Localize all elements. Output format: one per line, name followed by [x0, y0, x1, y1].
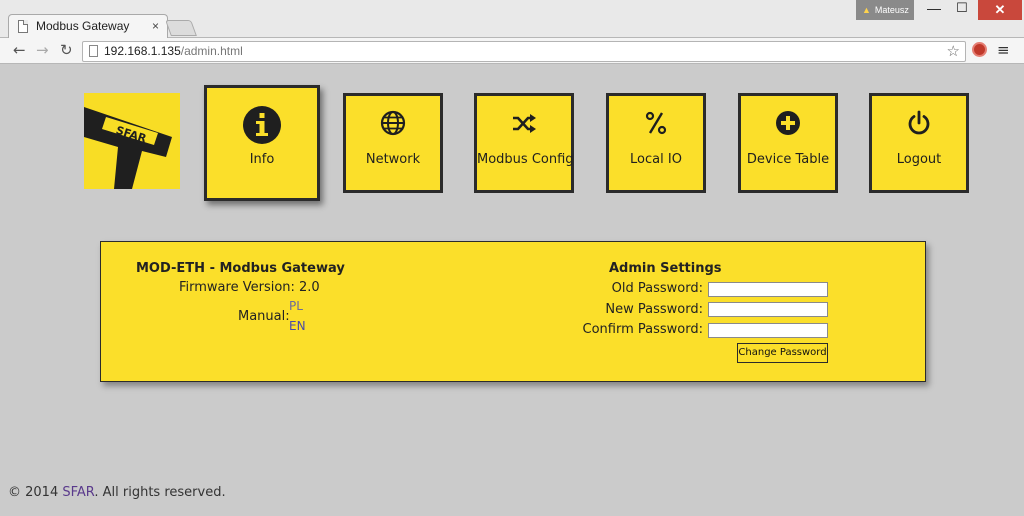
old-password-field[interactable]: [708, 282, 828, 297]
settings-panel: MOD-ETH - Modbus Gateway Firmware Versio…: [100, 241, 926, 382]
sfar-logo-graphic: SFAR: [84, 93, 180, 189]
device-title: MOD-ETH - Modbus Gateway: [136, 261, 345, 276]
menu-icon[interactable]: ≡: [997, 41, 1010, 59]
nav-label-modbus-config: Modbus Config: [477, 152, 574, 167]
new-password-label: New Password:: [605, 302, 703, 317]
footer: © 2014 SFAR. All rights reserved.: [8, 485, 226, 500]
manual-label: Manual:: [238, 309, 290, 324]
nav-tile-info[interactable]: Info: [204, 85, 320, 201]
confirm-password-label: Confirm Password:: [582, 322, 703, 337]
nav-label-device-table: Device Table: [746, 152, 830, 167]
warning-icon: ▲: [862, 5, 871, 15]
plus-circle-icon: [776, 111, 800, 135]
footer-copyright: © 2014: [8, 485, 63, 500]
tab-title: Modbus Gateway: [36, 19, 130, 33]
user-name: Mateusz: [874, 5, 909, 15]
sfar-logo: SFAR: [84, 93, 180, 189]
footer-company-link[interactable]: SFAR: [62, 485, 94, 500]
manual-link-pl[interactable]: PL: [289, 299, 303, 313]
page-icon: [89, 45, 98, 57]
extension-icon[interactable]: [972, 42, 987, 57]
browser-toolbar: ← → ↻ 192.168.1.135/admin.html ☆: [0, 38, 1024, 64]
close-window-button[interactable]: ✕: [978, 0, 1022, 20]
back-arrow-icon[interactable]: ←: [13, 41, 26, 59]
footer-rights: . All rights reserved.: [94, 485, 226, 500]
document-icon: [18, 20, 28, 33]
bookmark-star-icon[interactable]: ☆: [947, 42, 960, 60]
percent-icon: [645, 111, 667, 135]
nav-label-local-io: Local IO: [630, 152, 682, 167]
nav-tile-local-io[interactable]: Local IO: [606, 93, 706, 193]
new-password-field[interactable]: [708, 302, 828, 317]
admin-settings-title: Admin Settings: [609, 261, 722, 276]
tab-close-button[interactable]: ×: [152, 19, 159, 33]
nav-tile-logout[interactable]: Logout: [869, 93, 969, 193]
old-password-label: Old Password:: [611, 281, 703, 296]
url-path: /admin.html: [180, 44, 243, 58]
info-icon: [243, 106, 281, 144]
browser-tab[interactable]: Modbus Gateway ×: [8, 14, 168, 39]
shuffle-icon: [513, 114, 536, 133]
manual-link-en[interactable]: EN: [289, 319, 306, 333]
nav-label-logout: Logout: [896, 152, 942, 167]
nav-label-network: Network: [365, 152, 421, 167]
url-text[interactable]: 192.168.1.135/admin.html: [104, 44, 243, 58]
change-password-button[interactable]: Change Password: [737, 343, 828, 363]
nav-tile-device-table[interactable]: Device Table: [738, 93, 838, 193]
browser-titlebar: Modbus Gateway × ▲ Mateusz — ☐ ✕: [0, 0, 1024, 39]
globe-icon: [380, 110, 406, 136]
nav-label-info: Info: [249, 152, 275, 167]
power-icon: [908, 110, 930, 135]
address-bar[interactable]: 192.168.1.135/admin.html ☆: [82, 41, 966, 62]
forward-arrow-icon[interactable]: →: [36, 41, 49, 59]
page-content: SFAR Info Network Modbus Config Local IO…: [6, 65, 1018, 512]
user-profile-badge[interactable]: ▲ Mateusz: [856, 0, 914, 20]
reload-icon[interactable]: ↻: [60, 41, 73, 59]
url-host: 192.168.1.135: [104, 44, 181, 58]
confirm-password-field[interactable]: [708, 323, 828, 338]
new-tab-button[interactable]: [165, 20, 197, 36]
firmware-version: Firmware Version: 2.0: [179, 280, 320, 295]
nav-tile-network[interactable]: Network: [343, 93, 443, 193]
minimize-button[interactable]: —: [920, 0, 948, 20]
maximize-button[interactable]: ☐: [948, 0, 976, 20]
nav-tile-modbus-config[interactable]: Modbus Config: [474, 93, 574, 193]
